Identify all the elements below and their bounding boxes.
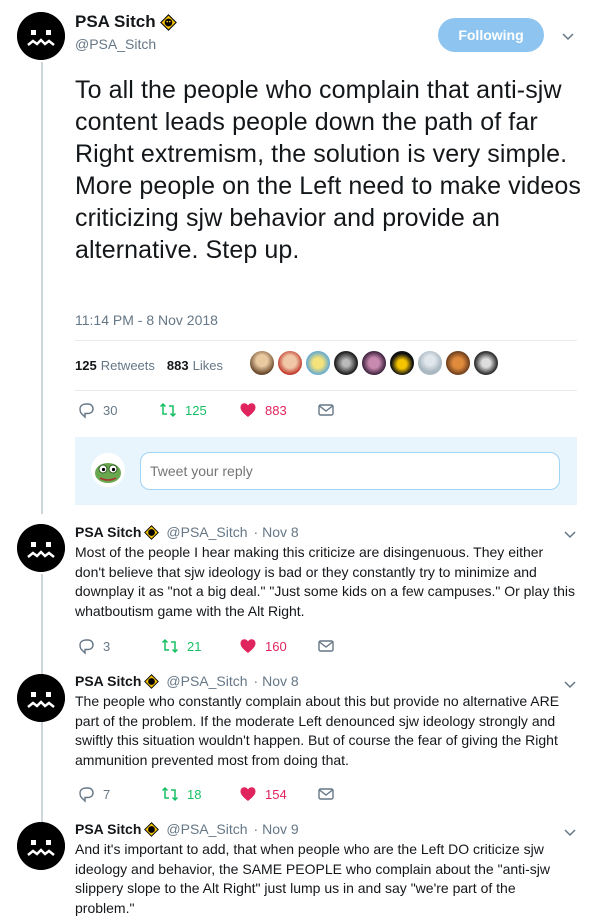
thread-line (41, 722, 43, 822)
like-action[interactable]: 883 (239, 401, 287, 419)
direct-message-icon (318, 640, 334, 652)
chevron-down-icon[interactable] (562, 526, 578, 542)
author-avatar[interactable] (17, 674, 65, 722)
like-action[interactable]: 154 (239, 785, 287, 803)
verified-badge-icon (159, 13, 177, 31)
thread-line (41, 574, 43, 674)
direct-message-action[interactable] (317, 785, 335, 803)
liker-avatars (249, 350, 499, 376)
reply-count: 7 (103, 786, 111, 802)
reply-icon (79, 787, 94, 803)
reply-action[interactable]: 30 (77, 401, 117, 419)
author-avatar[interactable] (17, 12, 65, 60)
heart-icon (240, 639, 256, 653)
liker-avatar[interactable] (417, 350, 443, 376)
engagement-stats: 125 Retweets 883 Likes (75, 354, 223, 376)
liker-avatar[interactable] (305, 350, 331, 376)
reply-header: PSA Sitch @PSA_Sitch · Nov 9 (75, 821, 575, 837)
heart-icon (240, 403, 256, 417)
like-count: 883 (265, 402, 287, 418)
reply-header: PSA Sitch @PSA_Sitch · Nov 8 (75, 524, 575, 540)
retweet-count: 21 (187, 638, 202, 654)
liker-avatar[interactable] (473, 350, 499, 376)
retweet-icon (161, 638, 179, 654)
liker-avatar[interactable] (277, 350, 303, 376)
reply-text: Most of the people I hear making this cr… (75, 544, 576, 619)
chevron-down-icon[interactable] (562, 676, 578, 692)
reply-date[interactable]: · Nov 9 (254, 821, 299, 837)
tweet-actions: 7 18 154 (77, 785, 377, 805)
retweet-icon (161, 786, 179, 802)
reply-input[interactable] (140, 452, 560, 490)
retweet-count: 125 (185, 402, 207, 418)
reply-icon (79, 403, 94, 419)
author-handle[interactable]: @PSA_Sitch (166, 673, 247, 689)
reply-composer (75, 437, 577, 505)
display-name[interactable]: PSA Sitch (75, 12, 156, 32)
direct-message-icon (318, 788, 334, 800)
likes-count[interactable]: 883 (167, 358, 189, 373)
tweet-actions: 30 125 883 (75, 401, 375, 421)
reply-action[interactable]: 7 (77, 785, 110, 803)
like-count: 154 (265, 786, 287, 802)
like-action[interactable]: 160 (239, 637, 287, 655)
chevron-down-icon[interactable] (562, 824, 578, 840)
author-handle[interactable]: @PSA_Sitch (166, 524, 247, 540)
reply-date[interactable]: · Nov 8 (254, 673, 299, 689)
author-handle[interactable]: @PSA_Sitch (166, 821, 247, 837)
retweet-count: 18 (187, 786, 202, 802)
likes-label[interactable]: Likes (193, 358, 223, 373)
reply-count: 30 (103, 402, 118, 418)
liker-avatar[interactable] (389, 350, 415, 376)
tweet-actions: 3 21 160 (77, 637, 377, 657)
reply-tweet[interactable]: PSA Sitch @PSA_Sitch · Nov 8 Most of the… (75, 524, 575, 621)
reply-tweet[interactable]: PSA Sitch @PSA_Sitch · Nov 9 And it's im… (75, 821, 575, 918)
direct-message-icon (318, 404, 334, 416)
liker-avatar[interactable] (361, 350, 387, 376)
display-name[interactable]: PSA Sitch (75, 821, 141, 837)
author-handle[interactable]: @PSA_Sitch (75, 36, 177, 52)
heart-icon (240, 787, 256, 801)
reply-icon (79, 639, 94, 655)
liker-avatar[interactable] (445, 350, 471, 376)
like-count: 160 (265, 638, 287, 654)
reply-text: And it's important to add, that when peo… (75, 841, 551, 916)
tweet-timestamp[interactable]: 11:14 PM - 8 Nov 2018 (75, 312, 218, 328)
retweet-action[interactable]: 21 (161, 637, 201, 655)
display-name[interactable]: PSA Sitch (75, 673, 141, 689)
thread-line (41, 62, 43, 514)
current-user-avatar (91, 453, 125, 487)
reply-action[interactable]: 3 (77, 637, 110, 655)
author-name-row[interactable]: PSA Sitch (75, 12, 177, 32)
reply-count: 3 (103, 638, 111, 654)
liker-avatar[interactable] (333, 350, 359, 376)
reply-date[interactable]: · Nov 8 (254, 524, 299, 540)
reply-tweet[interactable]: PSA Sitch @PSA_Sitch · Nov 8 The people … (75, 673, 575, 770)
divider (75, 390, 577, 391)
chevron-down-icon[interactable] (560, 28, 576, 44)
display-name[interactable]: PSA Sitch (75, 524, 141, 540)
author-avatar[interactable] (17, 822, 65, 870)
reply-header: PSA Sitch @PSA_Sitch · Nov 8 (75, 673, 575, 689)
retweet-icon (159, 402, 177, 418)
tweet-text: To all the people who complain that anti… (75, 76, 582, 264)
direct-message-action[interactable] (317, 401, 335, 419)
retweet-action[interactable]: 18 (161, 785, 201, 803)
retweets-label[interactable]: Retweets (101, 358, 155, 373)
verified-badge-icon (144, 524, 160, 540)
author-header: PSA Sitch @PSA_Sitch (75, 12, 177, 52)
reply-text: The people who constantly complain about… (75, 693, 560, 768)
verified-badge-icon (144, 821, 160, 837)
following-button[interactable]: Following (438, 18, 544, 52)
verified-badge-icon (144, 673, 160, 689)
divider (75, 340, 577, 341)
liker-avatar[interactable] (249, 350, 275, 376)
retweets-count[interactable]: 125 (75, 358, 97, 373)
author-avatar[interactable] (17, 524, 65, 572)
retweet-action[interactable]: 125 (159, 401, 207, 419)
direct-message-action[interactable] (317, 637, 335, 655)
